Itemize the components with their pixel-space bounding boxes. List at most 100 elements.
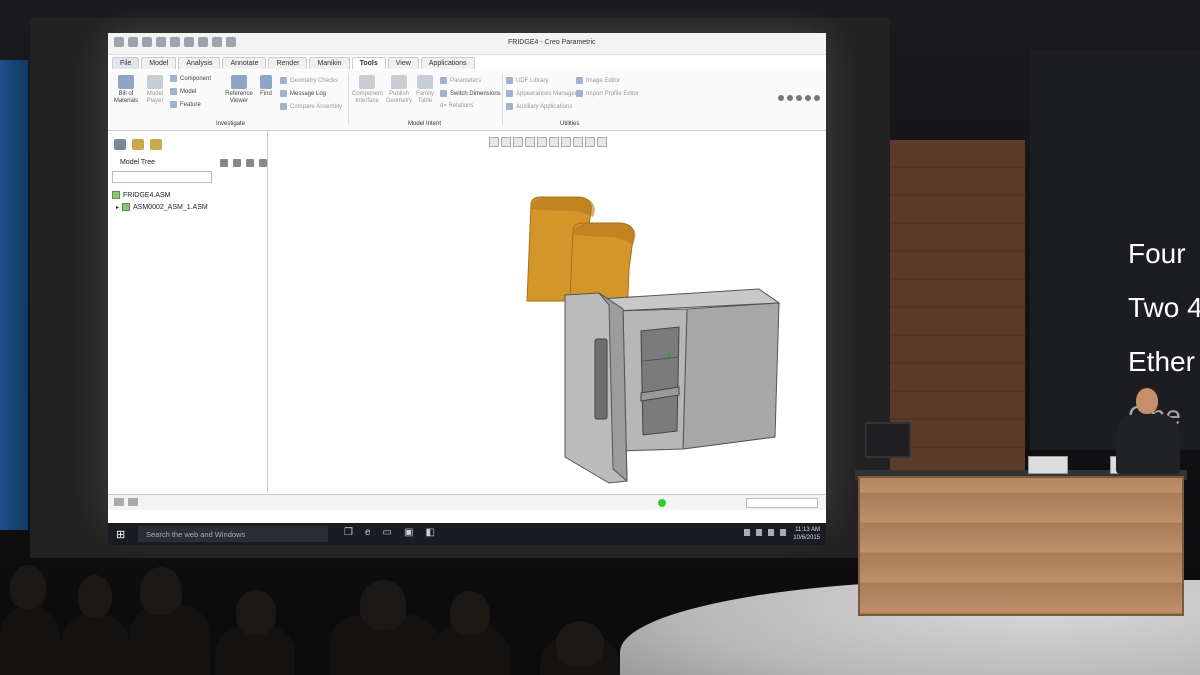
message-log-button[interactable]: Message Log: [280, 90, 326, 98]
model-tree-tab-icon[interactable]: [114, 139, 126, 150]
presenter-head: [1136, 388, 1158, 414]
audience-member-head: [10, 565, 46, 609]
model-tree-search-input[interactable]: [112, 171, 212, 183]
reference-viewer-icon: [231, 75, 247, 89]
import-profile-editor-button[interactable]: Import Profile Editor: [576, 90, 639, 98]
family-table-button[interactable]: Family Table: [414, 75, 436, 105]
clock-date: 10/6/2015: [793, 535, 820, 541]
model-player-button[interactable]: Model Player: [142, 75, 168, 105]
tab-manikin[interactable]: Manikin: [309, 57, 350, 69]
auxiliary-applications-button[interactable]: Auxiliary Applications: [506, 103, 572, 111]
close-window-icon[interactable]: [226, 37, 236, 47]
bill-of-materials-button[interactable]: Bill of Materials: [112, 75, 140, 105]
creo-window: FRIDGE4 - Creo Parametric File Model Ana…: [108, 33, 826, 523]
minimize-icon[interactable]: [796, 95, 802, 101]
keynote-stage: Four Two 4 Ether One FRIDGE4 - Creo Para…: [0, 0, 1200, 675]
tree-settings-icon[interactable]: [220, 159, 228, 167]
window-title: FRIDGE4 - Creo Parametric: [508, 39, 596, 46]
network-icon[interactable]: [756, 529, 762, 536]
laptop-left: [1028, 456, 1068, 474]
save-icon[interactable]: [156, 37, 166, 47]
undo-icon[interactable]: [170, 37, 180, 47]
audience-member-head: [140, 567, 182, 615]
switch-dimensions-button[interactable]: Switch Dimensions: [440, 90, 501, 98]
folder-browser-icon[interactable]: [132, 139, 144, 150]
udf-library-button[interactable]: UDF Library: [506, 77, 548, 85]
show-icon[interactable]: [233, 159, 241, 167]
component-interface-button[interactable]: Component Interface: [352, 75, 383, 105]
tray-chevron-icon[interactable]: [744, 529, 750, 536]
selection-filter-dropdown[interactable]: [746, 498, 818, 508]
parameters-button[interactable]: Parameters: [440, 77, 481, 85]
open-icon[interactable]: [142, 37, 152, 47]
publish-geometry-button[interactable]: Publish Geometry: [384, 75, 414, 105]
creo-app-icon[interactable]: ◧: [425, 527, 434, 538]
help-icon[interactable]: [814, 95, 820, 101]
edge-icon[interactable]: e: [365, 527, 371, 538]
tab-render[interactable]: Render: [268, 57, 308, 69]
tab-view[interactable]: View: [387, 57, 419, 69]
graphics-viewport[interactable]: [269, 131, 826, 493]
audience-member-head: [450, 591, 490, 635]
dock-icon[interactable]: [778, 95, 784, 101]
audience-member-head: [236, 590, 276, 635]
geometry-checks-button[interactable]: Geometry Checks: [280, 77, 338, 85]
audience-member: [0, 605, 60, 675]
tab-tools[interactable]: Tools: [351, 57, 386, 69]
tree-item-subassembly[interactable]: ▸ ASM0002_ASM_1.ASM: [116, 203, 208, 211]
tab-applications[interactable]: Applications: [420, 57, 475, 69]
model-button[interactable]: Model: [170, 88, 196, 96]
clock-time: 11:13 AM: [795, 527, 820, 533]
tab-model[interactable]: Model: [141, 57, 177, 69]
task-view-icon[interactable]: ❐: [344, 527, 353, 538]
taskbar-search-box[interactable]: Search the web and Windows: [138, 526, 328, 542]
model-icon: [170, 88, 177, 95]
filter-icon[interactable]: [246, 159, 254, 167]
relations-button[interactable]: d= Relations: [440, 103, 474, 110]
find-button[interactable]: Find: [258, 75, 274, 98]
add-column-icon[interactable]: [259, 159, 267, 167]
file-explorer-icon[interactable]: ▭: [383, 527, 392, 538]
toggle-navigator-icon[interactable]: [114, 498, 124, 506]
new-icon[interactable]: [128, 37, 138, 47]
search-icon[interactable]: [787, 95, 793, 101]
model-tree-panel: Model Tree FRIDGE4.ASM ▸ ASM0002_ASM_1.AS…: [108, 131, 268, 493]
quick-access-toolbar: [114, 37, 236, 47]
audience-member: [130, 605, 210, 675]
tab-analysis[interactable]: Analysis: [178, 57, 221, 69]
redo-icon[interactable]: [184, 37, 194, 47]
tree-item-root[interactable]: FRIDGE4.ASM: [112, 191, 170, 199]
image-editor-button[interactable]: Image Editor: [576, 77, 620, 85]
tab-annotate[interactable]: Annotate: [222, 57, 267, 69]
component-button[interactable]: Component: [170, 75, 211, 83]
fridge-handle: [594, 338, 608, 420]
volume-icon[interactable]: [768, 529, 774, 536]
investigate-group-label[interactable]: Investigate: [216, 121, 245, 127]
action-center-icon[interactable]: [780, 529, 786, 536]
reference-viewer-button[interactable]: Reference Viewer: [222, 75, 256, 105]
auxiliary-applications-icon: [506, 103, 513, 110]
ribbon-panel: Bill of Materials Model Player Component…: [108, 71, 826, 131]
windows-icon[interactable]: [212, 37, 222, 47]
favorites-icon[interactable]: [150, 139, 162, 150]
toaster-fridge-model[interactable]: [269, 131, 826, 493]
toggle-browser-icon[interactable]: [128, 498, 138, 506]
restore-icon[interactable]: [805, 95, 811, 101]
model-intent-group-label[interactable]: Model Intent: [408, 121, 441, 127]
regenerate-icon[interactable]: [198, 37, 208, 47]
windows-start-icon[interactable]: ⊞: [116, 528, 125, 541]
compare-assembly-icon: [280, 103, 287, 110]
expand-arrow-icon[interactable]: ▸: [116, 205, 119, 211]
store-icon[interactable]: ▣: [404, 527, 413, 538]
wood-wall-panel: [885, 140, 1025, 470]
taskbar-clock[interactable]: 11:13 AM 10/6/2015: [793, 526, 820, 542]
appearances-manager-button[interactable]: Appearances Manager: [506, 90, 577, 98]
status-bar: [108, 494, 826, 510]
system-tray: [744, 529, 786, 536]
tab-file[interactable]: File: [112, 57, 140, 69]
assembly-icon: [112, 191, 120, 199]
presenter-body: [1116, 414, 1180, 474]
feature-button[interactable]: Feature: [170, 101, 201, 109]
audience: [0, 555, 700, 675]
compare-assembly-button[interactable]: Compare Assembly: [280, 103, 342, 111]
